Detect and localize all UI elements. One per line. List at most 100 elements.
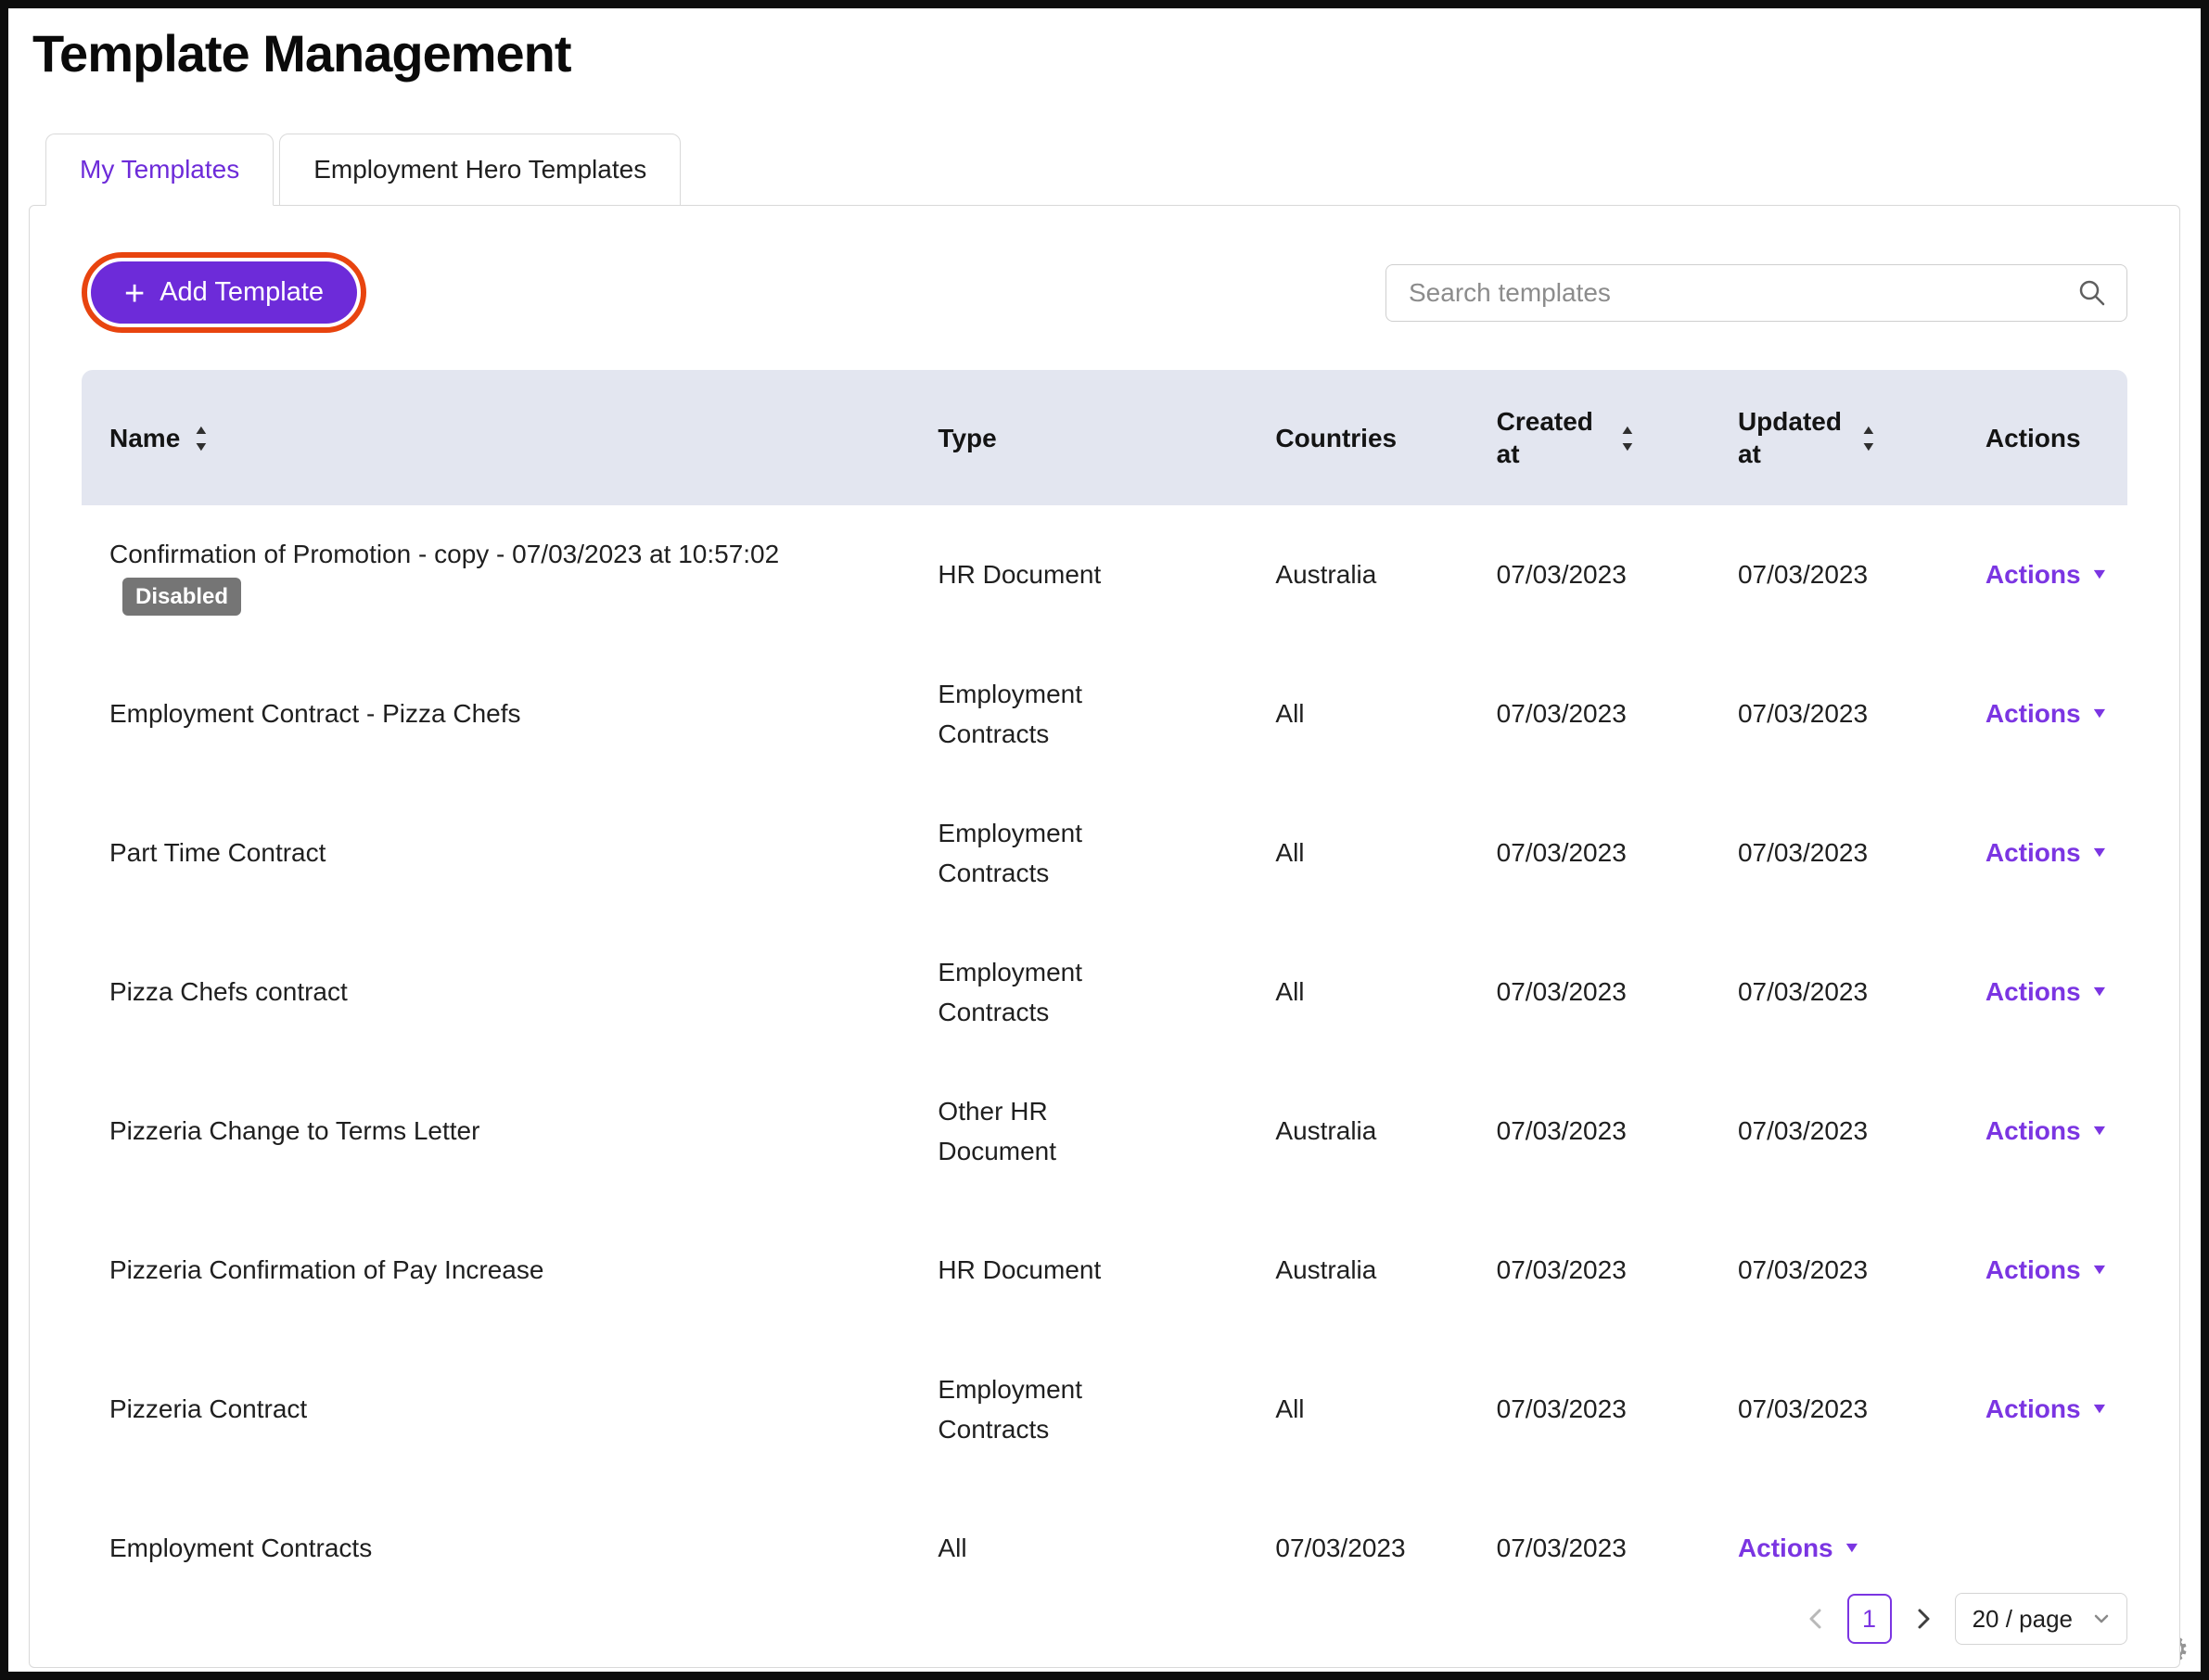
cell-text: Pizzeria Contract [109, 1394, 307, 1423]
cell-created_at: 07/03/2023 [1469, 1365, 1710, 1453]
cell-text: 07/03/2023 [1275, 1534, 1405, 1562]
column-header-type: Type [910, 422, 1247, 454]
cell-countries: 07/03/2023 [1247, 1504, 1468, 1592]
column-label: Actions [1986, 422, 2081, 454]
tab-employment-hero-templates[interactable]: Employment Hero Templates [279, 134, 681, 206]
pagination: 1 20 / page [1803, 1593, 2127, 1645]
column-header-updated_at[interactable]: Updated at▲▼ [1710, 405, 1958, 470]
cell-text: Pizzeria Change to Terms Letter [109, 1116, 479, 1145]
cell-actions: Actions▼ [1958, 948, 2127, 1036]
search-input[interactable] [1385, 264, 2127, 322]
cell-text: 07/03/2023 [1738, 1255, 1868, 1284]
table-row: Employment Contract - Pizza ChefsEmploym… [82, 644, 2127, 783]
cell-text: 07/03/2023 [1497, 560, 1627, 589]
column-label: Type [938, 422, 996, 454]
cell-type: Employment Contracts [910, 789, 1247, 918]
cell-text: 07/03/2023 [1497, 1534, 1627, 1562]
tabs: My TemplatesEmployment Hero Templates [45, 134, 2201, 206]
cell-created_at: 07/03/2023 [1469, 948, 1710, 1036]
cell-name: Pizzeria Contract [82, 1365, 910, 1453]
cell-text: 07/03/2023 [1497, 838, 1627, 867]
cell-text: Australia [1275, 1116, 1376, 1145]
cell-actions: Actions ▼ [1958, 530, 2127, 618]
column-label: Name [109, 422, 180, 454]
disabled-badge: Disabled [122, 578, 241, 616]
chevron-down-icon: ▼ [1842, 1541, 1861, 1556]
row-actions-label: Actions [1986, 833, 2081, 872]
row-actions-button[interactable]: Actions▼ [1986, 694, 2107, 733]
cell-text: All [1275, 699, 1304, 728]
cell-name: Confirmation of Promotion - copy - 07/03… [82, 510, 910, 640]
row-actions-button[interactable]: Actions ▼ [1986, 1389, 2107, 1429]
cell-actions: Actions▼ [1958, 669, 2127, 757]
row-actions-button[interactable]: Actions▼ [1986, 833, 2107, 872]
cell-updated_at: 07/03/2023 [1710, 669, 1958, 757]
highlight-annotation-ring: + Add Template [82, 252, 366, 333]
cell-actions [1958, 1524, 2127, 1572]
cell-updated_at: 07/03/2023 [1710, 948, 1958, 1036]
cell-updated_at: 07/03/2023 [1710, 1087, 1958, 1175]
column-header-created_at[interactable]: Created at▲▼ [1469, 405, 1710, 470]
column-label: Created at [1497, 405, 1606, 470]
cell-countries: All [1247, 669, 1468, 757]
next-page-button[interactable] [1910, 1602, 1936, 1635]
page-size-select[interactable]: 20 / page [1955, 1593, 2127, 1645]
cell-text: Employment Contracts [938, 813, 1171, 894]
row-actions-button[interactable]: Actions ▼ [1738, 1528, 1859, 1568]
cell-text: 07/03/2023 [1738, 1116, 1868, 1145]
table-row: Part Time Contract Employment Contracts Al… [82, 783, 2127, 923]
table-header: Name▲▼TypeCountriesCreated at▲▼Updated a… [82, 370, 2127, 505]
cell-countries: All [1247, 1365, 1468, 1453]
column-header-actions: Actions [1958, 422, 2127, 454]
row-actions-button[interactable]: Actions▼ [1986, 1250, 2107, 1290]
cell-countries: All [1247, 808, 1468, 897]
cell-created_at: 07/03/2023 [1469, 530, 1710, 618]
cell-name: Part Time Contract [82, 808, 910, 897]
cell-actions: Actions▼ [1958, 808, 2127, 897]
cell-text: Employment Contracts [938, 952, 1171, 1033]
cell-text: 07/03/2023 [1497, 1116, 1627, 1145]
row-actions-label: Actions [1986, 554, 2081, 594]
cell-text: Pizza Chefs contract [109, 977, 348, 1006]
chevron-down-icon: ▼ [2089, 567, 2109, 582]
column-header-name[interactable]: Name▲▼ [82, 422, 910, 454]
table-row: Confirmation of Promotion - copy - 07/03… [82, 505, 2127, 644]
cell-type: Employment Contracts [910, 650, 1247, 779]
cell-text: Australia [1275, 560, 1376, 589]
cell-text: Australia [1275, 1255, 1376, 1284]
cell-name: Employment Contracts [82, 1504, 910, 1592]
cell-created_at: 07/03/2023 [1469, 669, 1710, 757]
row-actions-label: Actions [1986, 1389, 2081, 1429]
row-actions-label: Actions [1986, 1250, 2081, 1290]
cell-countries: All [1247, 948, 1468, 1036]
cell-text: All [1275, 977, 1304, 1006]
cell-type: Employment Contracts [910, 1345, 1247, 1474]
column-header-countries: Countries [1247, 422, 1468, 454]
chevron-left-icon [1807, 1606, 1825, 1632]
cell-text: All [1275, 1394, 1304, 1423]
cell-name: Pizzeria Confirmation of Pay Increase [82, 1226, 910, 1314]
chevron-down-icon: ▼ [2089, 1402, 2109, 1417]
chevron-down-icon: ▼ [2089, 985, 2109, 999]
tab-my-templates[interactable]: My Templates [45, 134, 274, 206]
chevron-down-icon: ▼ [2089, 706, 2109, 721]
chevron-right-icon [1914, 1606, 1933, 1632]
row-actions-button[interactable]: Actions ▼ [1986, 554, 2107, 594]
row-actions-label: Actions [1738, 1528, 1833, 1568]
search-box [1385, 264, 2127, 322]
cell-created_at: 07/03/2023 [1469, 808, 1710, 897]
cell-actions: Actions ▼ [1958, 1365, 2127, 1453]
add-template-button[interactable]: + Add Template [91, 261, 357, 324]
prev-page-button[interactable] [1803, 1602, 1829, 1635]
row-actions-button[interactable]: Actions▼ [1986, 972, 2107, 1012]
column-label: Updated at [1738, 405, 1847, 470]
cell-text: HR Document [938, 554, 1101, 594]
cell-type: All [910, 1504, 1247, 1592]
row-actions-button[interactable]: Actions▼ [1986, 1111, 2107, 1151]
cell-type: Other HR Document [910, 1067, 1247, 1196]
cell-text: Confirmation of Promotion - copy - 07/03… [109, 540, 779, 608]
cell-name: Employment Contract - Pizza Chefs [82, 669, 910, 757]
current-page-button[interactable]: 1 [1847, 1594, 1892, 1644]
cell-countries: Australia [1247, 1087, 1468, 1175]
cell-text: All [1275, 838, 1304, 867]
